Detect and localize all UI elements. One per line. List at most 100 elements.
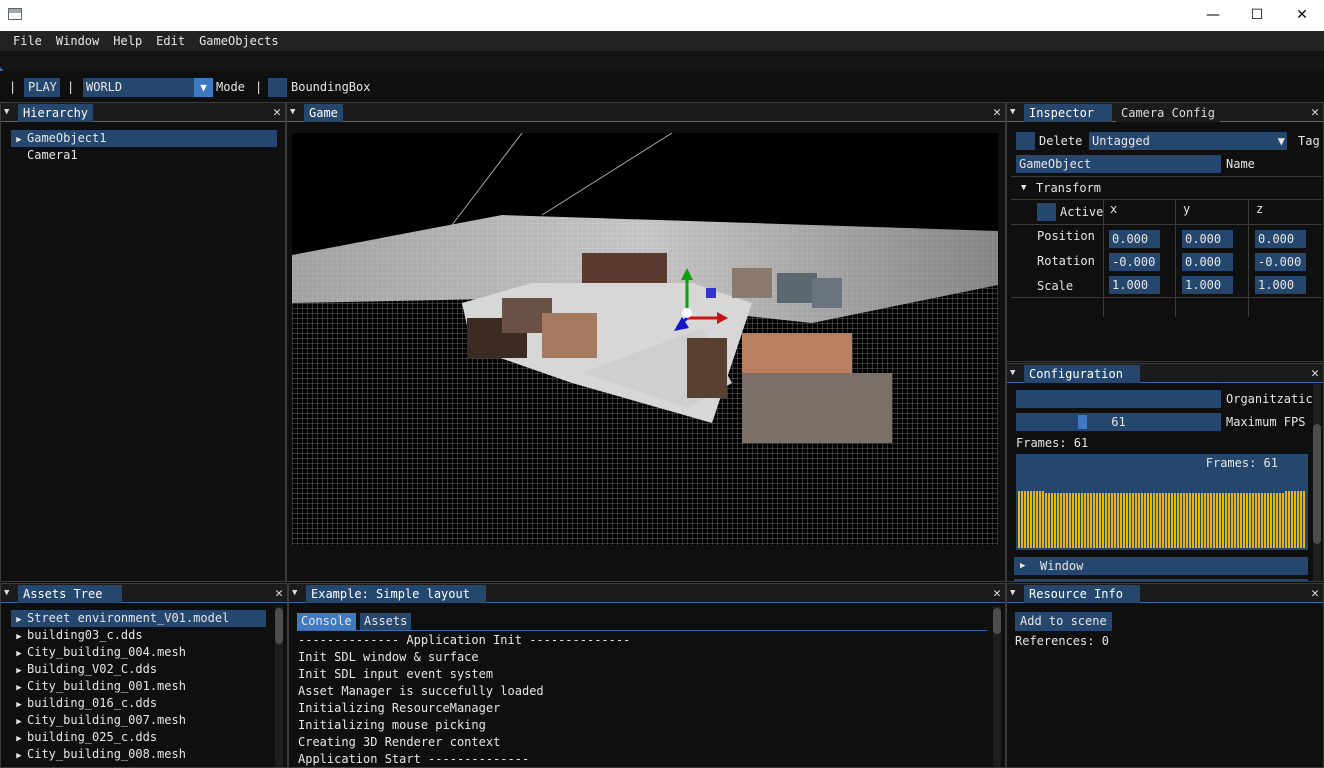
tab-inspector[interactable]: Inspector [1024, 104, 1112, 122]
menu-help[interactable]: Help [106, 31, 149, 51]
scale-z-input[interactable]: 1.000 [1255, 276, 1306, 294]
menu-window[interactable]: Window [49, 31, 106, 51]
menu-gameobjects[interactable]: GameObjects [192, 31, 285, 51]
resource-info-header: ▼ Resource Info ✕ [1007, 584, 1323, 603]
configuration-scrollbar[interactable] [1313, 384, 1321, 581]
histogram-bar [1270, 492, 1273, 548]
histogram-bar [1207, 492, 1210, 548]
minimize-icon[interactable]: — [1190, 4, 1236, 26]
assets-scrollbar[interactable] [275, 606, 283, 767]
asset-item[interactable]: ▶ City_building_001.mesh [11, 678, 266, 695]
histogram-bar [1090, 492, 1093, 548]
tag-label: Tag [1298, 134, 1320, 148]
position-y-input[interactable]: 0.000 [1182, 230, 1233, 248]
histogram-bar [1084, 492, 1087, 548]
play-button[interactable]: PLAY [24, 78, 60, 97]
histogram-bar [1099, 492, 1102, 548]
histogram-bar [1078, 492, 1081, 548]
active-checkbox[interactable] [1037, 203, 1056, 221]
organization-input[interactable] [1016, 390, 1221, 408]
bounding-box-checkbox[interactable] [268, 78, 287, 97]
tab-console[interactable]: Console [297, 613, 356, 630]
menu-file[interactable]: File [6, 31, 49, 51]
tab-assets[interactable]: Assets [360, 613, 412, 630]
histogram-bar [1108, 492, 1111, 548]
histogram-bar [1204, 492, 1207, 548]
rotation-x-input[interactable]: -0.000 [1109, 253, 1160, 271]
histogram-bar [1255, 492, 1258, 548]
asset-item[interactable]: ▶ City_building_004.mesh [11, 644, 266, 661]
slider-grab-handle[interactable] [1077, 415, 1087, 429]
maximize-icon[interactable]: ☐ [1234, 4, 1280, 26]
close-icon[interactable]: ✕ [1311, 584, 1319, 603]
rotation-y-input[interactable]: 0.000 [1182, 253, 1233, 271]
collapse-icon[interactable]: ▼ [290, 103, 295, 122]
asset-item[interactable]: ▶ Street environment_V01.model [11, 610, 266, 627]
asset-item[interactable]: ▶ City_building_007.mesh [11, 712, 266, 729]
position-x-input[interactable]: 0.000 [1109, 230, 1160, 248]
scrollbar-thumb[interactable] [275, 608, 283, 644]
name-input[interactable]: GameObject [1016, 155, 1221, 173]
collapse-icon[interactable]: ▼ [4, 584, 9, 603]
asset-item[interactable]: ▶ building03_c.dds [11, 627, 266, 644]
window-section-header[interactable]: ▶ Window [1014, 557, 1308, 575]
console-scrollbar[interactable] [993, 606, 1001, 767]
close-icon[interactable]: ✕ [1311, 103, 1319, 122]
transform-collapse-icon[interactable]: ▼ [1021, 179, 1026, 197]
collapse-icon[interactable]: ▼ [1010, 103, 1015, 122]
transform-header[interactable]: Transform [1036, 179, 1101, 197]
simple-layout-header: ▼ Example: Simple layout ✕ [289, 584, 1005, 603]
mode-dropdown[interactable]: WORLD ▼ [83, 78, 213, 97]
histogram-bar [1237, 492, 1240, 548]
hierarchy-title[interactable]: Hierarchy [18, 104, 94, 122]
game-title[interactable]: Game [304, 104, 343, 122]
histogram-overlay-text: Frames: 61 [1205, 456, 1278, 470]
scale-y-input[interactable]: 1.000 [1182, 276, 1233, 294]
histogram-bar [1123, 492, 1126, 548]
simple-layout-panel: ▼ Example: Simple layout ✕ Console Asset… [288, 583, 1006, 768]
delete-checkbox[interactable] [1016, 132, 1035, 150]
position-z-input[interactable]: 0.000 [1255, 230, 1306, 248]
console-line: -------------- Application Init --------… [298, 633, 631, 647]
histogram-bar [1153, 492, 1156, 548]
hierarchy-item[interactable]: ▶ GameObject1 [11, 130, 277, 147]
close-icon[interactable]: ✕ [993, 103, 1001, 122]
configuration-title[interactable]: Configuration [1024, 365, 1140, 383]
close-icon[interactable]: ✕ [273, 103, 281, 122]
histogram-bar [1036, 491, 1039, 548]
hierarchy-item[interactable]: Camera1 [11, 147, 277, 164]
add-to-scene-button[interactable]: Add to scene [1015, 612, 1112, 631]
close-icon[interactable]: ✕ [275, 584, 283, 603]
expand-arrow-icon[interactable]: ▶ [11, 748, 27, 765]
collapse-icon[interactable]: ▼ [1010, 584, 1015, 603]
console-line: Application Start -------------- [298, 752, 530, 766]
asset-item[interactable]: ▶ Building_V02_C.dds [11, 661, 266, 678]
close-icon[interactable]: ✕ [1279, 4, 1324, 26]
close-icon[interactable]: ✕ [993, 584, 1001, 603]
menu-edit[interactable]: Edit [149, 31, 192, 51]
scale-x-input[interactable]: 1.000 [1109, 276, 1160, 294]
simple-layout-title[interactable]: Example: Simple layout [306, 585, 486, 603]
resource-info-panel: ▼ Resource Info ✕ Add to scene Reference… [1006, 583, 1324, 768]
scrollbar-thumb[interactable] [993, 608, 1001, 634]
histogram-bar [1021, 491, 1024, 548]
assets-tree-title[interactable]: Assets Tree [18, 585, 122, 603]
collapse-icon[interactable]: ▼ [1010, 364, 1015, 383]
histogram-bar [1072, 492, 1075, 548]
resource-info-title[interactable]: Resource Info [1024, 585, 1140, 603]
asset-item[interactable]: ▶ building_016_c.dds [11, 695, 266, 712]
game-viewport[interactable] [292, 133, 998, 545]
tag-dropdown[interactable]: Untagged ▼ [1089, 132, 1287, 150]
max-fps-slider[interactable]: 61 [1016, 413, 1221, 431]
close-icon[interactable]: ✕ [1311, 364, 1319, 383]
asset-item[interactable]: ▶ building_025_c.dds [11, 729, 266, 746]
collapse-icon[interactable]: ▼ [4, 103, 9, 122]
tab-camera-config[interactable]: Camera Config [1116, 104, 1220, 122]
console-line: Init SDL input event system [298, 667, 494, 681]
max-fps-value: 61 [1111, 415, 1126, 429]
scrollbar-thumb[interactable] [1313, 424, 1321, 544]
asset-item-label: building_025_c.dds [27, 730, 158, 744]
rotation-z-input[interactable]: -0.000 [1255, 253, 1306, 271]
collapse-icon[interactable]: ▼ [292, 584, 297, 603]
asset-item[interactable]: ▶ City_building_008.mesh [11, 746, 266, 763]
